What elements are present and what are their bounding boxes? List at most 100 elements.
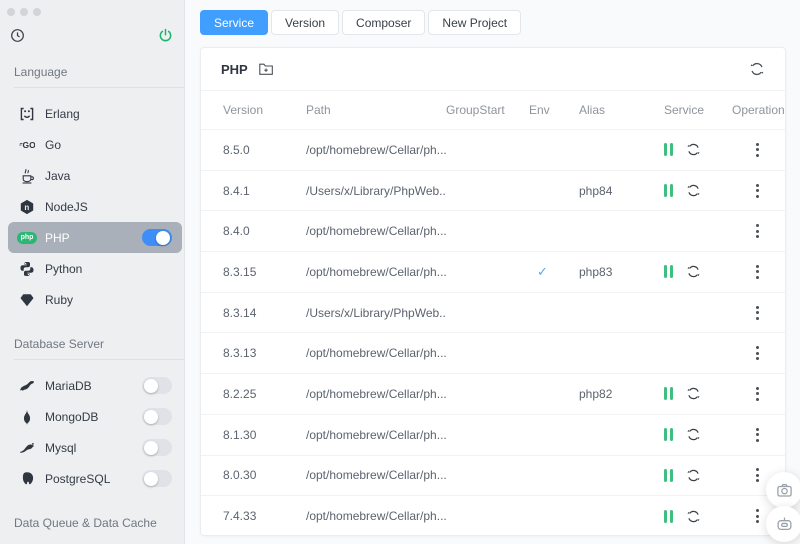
tab-new-project[interactable]: New Project — [428, 10, 522, 35]
postgresql-toggle[interactable] — [142, 470, 172, 487]
sidebar-item-setup[interactable]: Setup — [8, 540, 182, 544]
sidebar-item-python[interactable]: Python — [8, 253, 182, 284]
operation-cell — [732, 385, 785, 403]
sidebar-item-label: Ruby — [45, 292, 74, 307]
service-cell — [664, 142, 732, 157]
sidebar-item-label: PHP — [45, 230, 70, 245]
path-cell: /opt/homebrew/Cellar/ph... — [306, 427, 446, 442]
row-menu-button[interactable] — [750, 141, 764, 159]
sidebar-item-nodejs[interactable]: n NodeJS — [8, 191, 182, 222]
restart-service-button[interactable] — [686, 183, 701, 198]
sidebar-item-label: PostgreSQL — [45, 471, 111, 486]
section-title: Database Server — [14, 337, 105, 351]
mongodb-toggle[interactable] — [142, 408, 172, 425]
erlang-icon — [17, 105, 37, 123]
traffic-light-zoom[interactable] — [33, 8, 41, 16]
service-cell — [664, 509, 732, 524]
sidebar-toolbar — [0, 16, 184, 43]
tab-service[interactable]: Service — [200, 10, 269, 35]
version-cell: 8.3.15 — [223, 264, 257, 279]
sidebar-item-ruby[interactable]: Ruby — [8, 284, 182, 315]
operation-cell — [732, 344, 785, 362]
sidebar-item-erlang[interactable]: Erlang — [8, 98, 182, 129]
row-menu-button[interactable] — [750, 507, 764, 525]
alias-cell: php84 — [579, 183, 613, 198]
table-row: 7.4.33/opt/homebrew/Cellar/ph... — [201, 495, 785, 535]
path-cell: /Users/x/Library/PhpWeb... — [306, 183, 446, 198]
camera-icon — [776, 482, 793, 499]
restart-service-button[interactable] — [686, 427, 701, 442]
path-cell: /opt/homebrew/Cellar/ph... — [306, 264, 446, 279]
row-menu-button[interactable] — [750, 263, 764, 281]
panel-title: PHP — [221, 61, 248, 77]
php-icon: php — [17, 231, 37, 244]
postgresql-icon — [17, 470, 37, 488]
row-menu-button[interactable] — [750, 304, 764, 322]
service-cell — [664, 427, 732, 442]
power-icon[interactable] — [158, 28, 173, 43]
restart-service-button[interactable] — [686, 509, 701, 524]
env-cell: ✓ — [529, 264, 579, 280]
table-row: 8.0.30/opt/homebrew/Cellar/ph... — [201, 454, 785, 496]
table-row: 8.4.1/Users/x/Library/PhpWeb... php84 — [201, 169, 785, 211]
operation-cell — [732, 182, 785, 200]
operation-cell — [732, 263, 785, 281]
col-header-alias: Alias — [579, 103, 606, 117]
stop-service-button[interactable] — [664, 509, 673, 523]
svg-text:GO: GO — [23, 140, 35, 150]
sidebar-item-label: Go — [45, 137, 62, 152]
sidebar: Language Erlang GO Go Java n NodeJS php PHP Pytho… — [0, 0, 185, 544]
chatbot-fab-button[interactable] — [766, 506, 800, 542]
sidebar-item-postgresql[interactable]: PostgreSQL — [8, 463, 182, 494]
folder-add-icon[interactable] — [258, 61, 274, 77]
traffic-light-close[interactable] — [7, 8, 15, 16]
restart-service-button[interactable] — [686, 386, 701, 401]
mariadb-toggle[interactable] — [142, 377, 172, 394]
restart-service-button[interactable] — [686, 264, 701, 279]
operation-cell — [732, 222, 785, 240]
php-toggle[interactable] — [142, 229, 172, 246]
mysql-toggle[interactable] — [142, 439, 172, 456]
sidebar-item-java[interactable]: Java — [8, 160, 182, 191]
sidebar-item-go[interactable]: GO Go — [8, 129, 182, 160]
divider — [14, 87, 184, 88]
sidebar-item-label: Mysql — [45, 440, 77, 455]
row-menu-button[interactable] — [750, 222, 764, 240]
sidebar-item-mongodb[interactable]: MongoDB — [8, 401, 182, 432]
sidebar-item-php[interactable]: php PHP — [8, 222, 182, 253]
restart-service-button[interactable] — [686, 142, 701, 157]
stop-service-button[interactable] — [664, 143, 673, 157]
clock-icon[interactable] — [10, 28, 25, 43]
divider — [14, 359, 184, 360]
traffic-light-minimize[interactable] — [20, 8, 28, 16]
row-menu-button[interactable] — [750, 182, 764, 200]
operation-cell — [732, 426, 785, 444]
service-cell — [664, 264, 732, 279]
mysql-icon — [17, 439, 37, 457]
row-menu-button[interactable] — [750, 385, 764, 403]
stop-service-button[interactable] — [664, 184, 673, 198]
col-header-groupstart: GroupStart — [446, 103, 505, 117]
row-menu-button[interactable] — [750, 344, 764, 362]
section-items: Setup — [0, 540, 184, 544]
table-row: 8.3.13/opt/homebrew/Cellar/ph... — [201, 332, 785, 373]
screenshot-fab-button[interactable] — [766, 472, 800, 508]
stop-service-button[interactable] — [664, 387, 673, 401]
stop-service-button[interactable] — [664, 265, 673, 279]
stop-service-button[interactable] — [664, 468, 673, 482]
row-menu-button[interactable] — [750, 466, 764, 484]
path-cell: /opt/homebrew/Cellar/ph... — [306, 346, 446, 361]
sidebar-item-mysql[interactable]: Mysql — [8, 432, 182, 463]
restart-service-button[interactable] — [686, 468, 701, 483]
stop-service-button[interactable] — [664, 428, 673, 442]
refresh-icon[interactable] — [749, 61, 765, 77]
tab-composer[interactable]: Composer — [342, 10, 426, 35]
sidebar-item-mariadb[interactable]: MariaDB — [8, 370, 182, 401]
python-icon — [17, 260, 37, 278]
table-row: 8.1.30/opt/homebrew/Cellar/ph... — [201, 413, 785, 455]
section-title: Data Queue & Data Cache — [14, 516, 157, 530]
service-cell — [664, 468, 732, 483]
path-cell: /opt/homebrew/Cellar/ph... — [306, 224, 446, 239]
row-menu-button[interactable] — [750, 426, 764, 444]
tab-version[interactable]: Version — [271, 10, 340, 35]
